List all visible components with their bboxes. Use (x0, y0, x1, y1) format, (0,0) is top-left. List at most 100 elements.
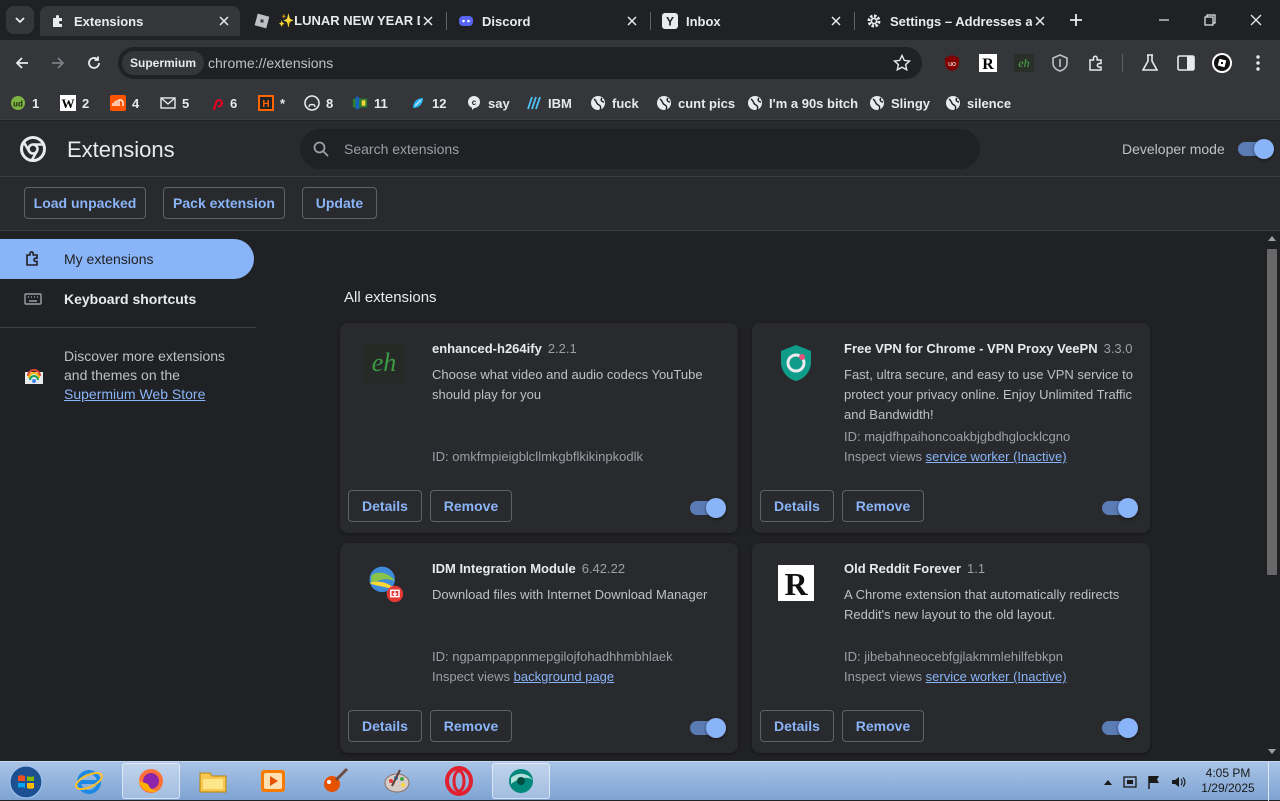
close-icon[interactable] (828, 13, 844, 29)
globe-icon (747, 95, 763, 111)
bookmark-slingy[interactable]: Slingy (869, 92, 930, 114)
address-bar[interactable]: Supermium chrome://extensions (118, 47, 922, 79)
eh-icon[interactable]: eh (1012, 51, 1036, 75)
web-store-link[interactable]: Supermium Web Store (64, 386, 205, 402)
scrollbar-thumb[interactable] (1267, 249, 1277, 575)
tray-flag-icon[interactable] (1146, 774, 1162, 790)
taskbar-clock[interactable]: 4:05 PM 1/29/2025 (1198, 766, 1258, 796)
start-button[interactable] (6, 763, 46, 801)
update-button[interactable]: Update (302, 187, 377, 219)
bookmark-label: I'm a 90s bitch (769, 95, 859, 111)
site-chip[interactable]: Supermium (122, 51, 205, 75)
back-button[interactable] (8, 49, 36, 77)
extension-enable-toggle[interactable] (1102, 718, 1138, 738)
sidebar-item-keyboard-shortcuts[interactable]: Keyboard shortcuts (0, 279, 254, 319)
bookmark-label: 2 (82, 95, 90, 111)
reload-button[interactable] (80, 49, 108, 77)
bookmark-star[interactable]: H * (258, 92, 285, 114)
bookmark-fuck[interactable]: fuck (590, 92, 639, 114)
new-tab-button[interactable] (1064, 8, 1088, 32)
tab-extensions[interactable]: Extensions (40, 6, 240, 36)
inspect-link[interactable]: service worker (Inactive) (926, 669, 1067, 684)
tray-volume-icon[interactable] (1170, 774, 1186, 790)
url-text[interactable]: chrome://extensions (208, 55, 333, 71)
bookmark-6[interactable]: 6 (208, 92, 237, 114)
tray-expand-icon[interactable] (1100, 774, 1116, 790)
bookmark-8[interactable]: 8 (304, 92, 333, 114)
details-button[interactable]: Details (760, 710, 834, 742)
minimize-button[interactable] (1144, 4, 1184, 36)
remove-button[interactable]: Remove (430, 490, 512, 522)
sidebar-item-my-extensions[interactable]: My extensions (0, 239, 254, 279)
bookmark-say[interactable]: c say (466, 92, 510, 114)
search-extensions[interactable] (300, 129, 980, 169)
extension-enable-toggle[interactable] (1102, 498, 1138, 518)
extension-id: ID: majdfhpaihoncoakbjgbdhglocklcgno (844, 429, 1071, 444)
extension-enable-toggle[interactable] (690, 718, 726, 738)
taskbar-palette-app[interactable] (368, 763, 426, 799)
tab-lunar-new-year[interactable]: ✨LUNAR NEW YEAR Dr (244, 6, 444, 36)
bookmark-11[interactable]: 11 (352, 92, 388, 114)
extensions-puzzle-icon[interactable] (1084, 51, 1108, 75)
tab-discord[interactable]: Discord (448, 6, 648, 36)
extension-name: IDM Integration Module 6.42.22 (432, 561, 625, 576)
taskbar-firefox[interactable] (122, 763, 180, 799)
bookmark-4[interactable]: 4 (110, 92, 139, 114)
remove-button[interactable]: Remove (842, 490, 924, 522)
search-input[interactable] (344, 129, 964, 169)
bookmark-silence[interactable]: silence (945, 92, 1011, 114)
inspect-link[interactable]: background page (514, 669, 614, 684)
bookmark-1[interactable]: ud 1 (10, 92, 39, 114)
scroll-up-icon[interactable] (1268, 236, 1276, 241)
bookmark-12[interactable]: 12 (410, 92, 446, 114)
close-icon[interactable] (1032, 13, 1048, 29)
tab-settings[interactable]: Settings – Addresses and (856, 6, 1056, 36)
developer-mode-toggle[interactable] (1238, 139, 1274, 159)
show-desktop-button[interactable] (1268, 762, 1280, 801)
tab-strip: Extensions ✨LUNAR NEW YEAR Dr Discord Y … (0, 0, 1280, 40)
taskbar-file-explorer[interactable] (184, 763, 242, 799)
scroll-down-icon[interactable] (1268, 749, 1276, 754)
restore-button[interactable] (1190, 4, 1230, 36)
close-icon[interactable] (420, 13, 436, 29)
taskbar-internet-explorer[interactable] (60, 763, 118, 799)
taskbar-opera[interactable] (430, 763, 488, 799)
close-window-button[interactable] (1236, 4, 1276, 36)
details-button[interactable]: Details (348, 710, 422, 742)
side-panel-icon[interactable] (1174, 51, 1198, 75)
details-button[interactable]: Details (760, 490, 834, 522)
inspect-link[interactable]: service worker (Inactive) (926, 449, 1067, 464)
taskbar-browser[interactable] (492, 763, 550, 799)
tab-search-button[interactable] (6, 6, 34, 34)
close-icon[interactable] (624, 13, 640, 29)
labs-flask-icon[interactable] (1138, 51, 1162, 75)
menu-kebab-icon[interactable] (1246, 51, 1270, 75)
bookmark-cunt-pics[interactable]: cunt pics (656, 92, 735, 114)
remove-button[interactable]: Remove (842, 710, 924, 742)
bookmark-5[interactable]: 5 (160, 92, 189, 114)
extension-name: enhanced-h264ify 2.2.1 (432, 341, 577, 356)
tab-separator (650, 12, 651, 30)
pack-extension-button[interactable]: Pack extension (163, 187, 285, 219)
taskbar-media-player[interactable] (244, 763, 302, 799)
ublock-icon[interactable]: uo (940, 51, 964, 75)
details-button[interactable]: Details (348, 490, 422, 522)
profile-avatar-icon[interactable] (1210, 51, 1234, 75)
bookmark-2[interactable]: W 2 (60, 92, 89, 114)
bookmark-ibm[interactable]: IBM (526, 92, 572, 114)
remove-button[interactable]: Remove (430, 710, 512, 742)
page-scrollbar[interactable] (1264, 231, 1280, 761)
tab-title: Inbox (686, 13, 721, 29)
taskbar-paint-app[interactable] (306, 763, 364, 799)
extension-enable-toggle[interactable] (690, 498, 726, 518)
reddit-r-icon[interactable]: R (976, 51, 1000, 75)
bookmark-90s[interactable]: I'm a 90s bitch (747, 92, 858, 114)
tab-inbox[interactable]: Y Inbox (652, 6, 852, 36)
tray-device-icon[interactable] (1122, 774, 1138, 790)
forward-button[interactable] (44, 49, 72, 77)
reload-icon (88, 56, 100, 69)
close-icon[interactable] (216, 13, 232, 29)
bookmark-star-icon[interactable] (892, 53, 912, 73)
load-unpacked-button[interactable]: Load unpacked (24, 187, 146, 219)
shield-icon[interactable] (1048, 51, 1072, 75)
